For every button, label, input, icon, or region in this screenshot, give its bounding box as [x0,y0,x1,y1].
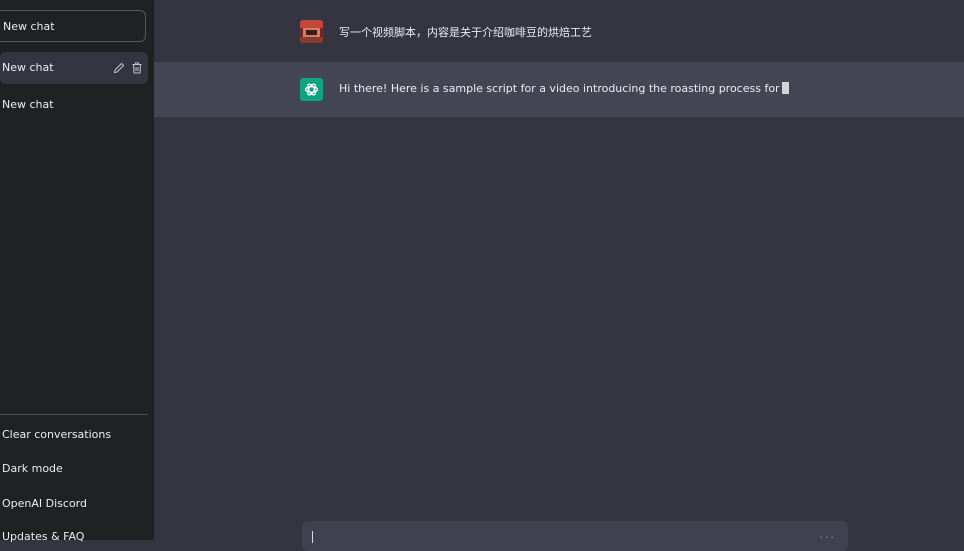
user-message-row: 写一个视频脚本，内容是关于介绍咖啡豆的烘焙工艺 [154,0,964,62]
user-avatar [300,20,323,43]
message-input[interactable]: ··· [302,521,848,551]
dark-mode-button[interactable]: Dark mode [2,462,63,475]
conversation-item[interactable]: New chat [0,89,148,121]
text-caret [312,531,313,543]
loading-dots-icon: ··· [819,531,836,544]
updates-faq-link[interactable]: Updates & FAQ [2,530,84,543]
chat-area: 写一个视频脚本，内容是关于介绍咖啡豆的烘焙工艺 Hi there! Here i… [154,0,964,551]
sidebar-divider [0,414,148,415]
sidebar: New chat New chat New chat Clear convers… [0,0,154,543]
assistant-message: Hi there! Here is a sample script for a … [339,82,789,95]
typing-cursor [781,82,789,94]
delete-icon[interactable] [130,60,144,74]
openai-logo-icon [300,78,323,101]
conversation-label: New chat [2,61,54,74]
openai-discord-link[interactable]: OpenAI Discord [2,497,87,510]
conversation-item[interactable]: New chat [0,52,148,84]
new-chat-button[interactable]: New chat [0,10,146,42]
new-chat-label: New chat [3,20,55,33]
conversation-label: New chat [2,98,54,111]
edit-icon[interactable] [112,60,126,74]
assistant-message-text: Hi there! Here is a sample script for a … [339,82,780,95]
user-message-text: 写一个视频脚本，内容是关于介绍咖啡豆的烘焙工艺 [339,26,592,39]
clear-conversations-button[interactable]: Clear conversations [2,428,111,441]
